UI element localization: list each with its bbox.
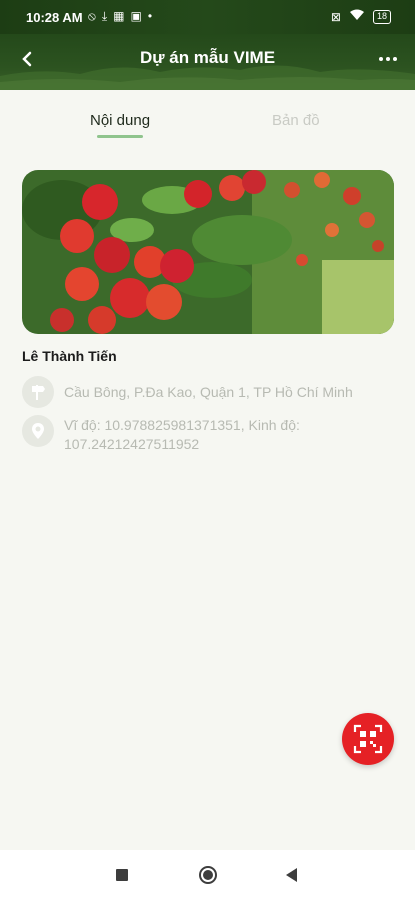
page-title: Dự án mẫu VIME [139, 48, 276, 67]
app-notification-icon: ▣ [130, 9, 142, 23]
project-photo[interactable] [22, 170, 394, 334]
download-icon: ⤓ [101, 9, 108, 23]
recent-apps-button[interactable] [116, 869, 128, 881]
active-tab-indicator [97, 135, 143, 138]
qr-scan-button[interactable] [342, 713, 394, 765]
qr-scan-icon [353, 724, 383, 754]
system-back-button[interactable] [286, 868, 297, 882]
status-right-icons: ⊠ 18 [331, 9, 391, 24]
status-time: 10:28 AM [26, 10, 83, 25]
rambutan-image [22, 170, 394, 334]
tab-bar: Nội dung Bản đồ [0, 90, 415, 146]
coordinates-row: Vĩ độ: 10.978825981371351, Kinh độ: 107.… [22, 415, 364, 454]
dot-icon: • [147, 9, 153, 23]
app-header: Dự án mẫu VIME [0, 34, 415, 90]
more-options-button[interactable] [375, 46, 401, 72]
owner-name: Lê Thành Tiến [22, 348, 117, 364]
status-left-icons: ⦸ ⤓ ▦ ▣ • [88, 9, 152, 24]
wifi-icon [349, 9, 365, 24]
more-dot-icon [386, 57, 390, 61]
location-sign-icon [22, 376, 54, 408]
more-dot-icon [379, 57, 383, 61]
status-bar: 10:28 AM ⦸ ⤓ ▦ ▣ • ⊠ 18 [0, 0, 415, 34]
battery-icon: 18 [372, 9, 391, 24]
sim-icon: ⊠ [330, 9, 341, 24]
more-dot-icon [393, 57, 397, 61]
home-dot-icon [203, 870, 213, 880]
tab-map[interactable]: Bản đồ [272, 112, 320, 129]
home-button[interactable] [199, 866, 217, 884]
alarm-off-icon: ⦸ [88, 9, 96, 23]
system-nav-bar [0, 850, 415, 900]
qr-code-icon: ▦ [113, 9, 125, 23]
coordinates-text: Vĩ độ: 10.978825981371351, Kinh độ: 107.… [64, 417, 300, 452]
map-pin-icon [22, 415, 54, 447]
address-row: Cầu Bông, P.Đa Kao, Quận 1, TP Hồ Chí Mi… [22, 376, 364, 408]
address-text: Cầu Bông, P.Đa Kao, Quận 1, TP Hồ Chí Mi… [64, 384, 353, 400]
tab-content[interactable]: Nội dung [90, 112, 150, 129]
